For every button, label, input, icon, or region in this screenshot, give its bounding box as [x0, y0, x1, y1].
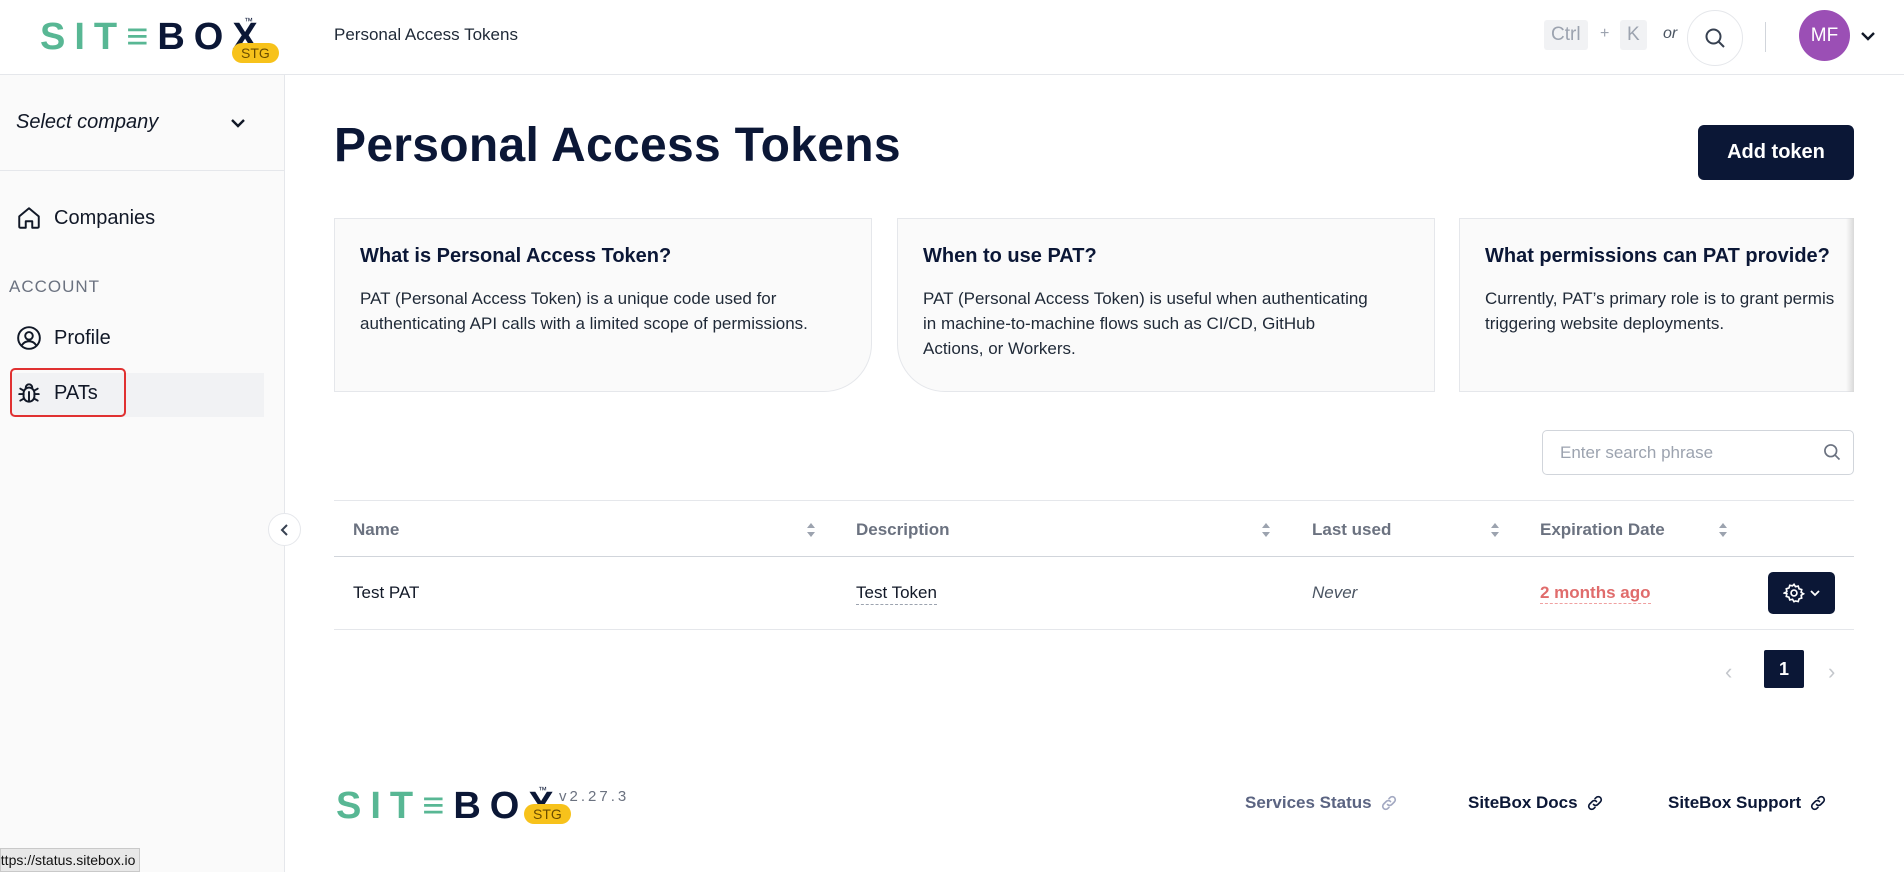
chevron-down-icon[interactable] — [1858, 26, 1878, 46]
logo-trademark: ™ — [538, 785, 547, 795]
section-label-account: ACCOUNT — [9, 277, 101, 296]
add-token-button[interactable]: Add token — [1698, 125, 1854, 180]
avatar[interactable]: MF — [1799, 10, 1850, 61]
link-label: SiteBox Docs — [1468, 793, 1578, 812]
bug-icon — [18, 383, 40, 403]
sidebar-item-label: PATs — [54, 381, 98, 404]
sidebar-item-label: Profile — [54, 326, 111, 349]
search-input[interactable] — [1542, 430, 1854, 475]
info-card-text-line: authenticating API calls with a limited … — [360, 314, 808, 333]
pagination-prev[interactable]: ‹ — [1725, 659, 1732, 685]
chevron-down-icon — [1809, 590, 1820, 597]
shortcut-or: or — [1663, 25, 1678, 42]
logo-text-e: ≡ — [422, 785, 454, 827]
cell-description: Test Token — [856, 583, 937, 605]
info-cards: What is Personal Access Token? PAT (Pers… — [334, 218, 1854, 393]
cell-name: Test PAT — [353, 583, 420, 602]
column-header-last-used[interactable]: Last used — [1312, 520, 1391, 540]
link-label: Services Status — [1245, 793, 1372, 812]
info-card-title: What is Personal Access Token? — [360, 245, 672, 267]
sort-icon[interactable] — [1489, 521, 1501, 539]
column-header-description[interactable]: Description — [856, 520, 950, 540]
sort-icon[interactable] — [805, 521, 817, 539]
environment-badge: STG — [232, 43, 279, 63]
shortcut-key-k: K — [1620, 20, 1647, 50]
page-title: Personal Access Tokens — [334, 119, 901, 172]
info-card: What permissions can PAT provide? Curren… — [1459, 218, 1854, 392]
app-version: v2.27.3 — [559, 788, 630, 805]
sidebar-item-label: Companies — [54, 206, 156, 229]
services-status-link[interactable]: Services Status — [1245, 793, 1398, 813]
shortcut-plus: + — [1600, 25, 1610, 42]
global-search-button[interactable] — [1687, 10, 1743, 66]
environment-badge: STG — [524, 804, 571, 824]
sort-icon[interactable] — [1717, 521, 1729, 539]
search-icon — [1705, 28, 1725, 48]
cell-expiration-date: 2 months ago — [1540, 583, 1651, 604]
sidebar-collapse-button[interactable] — [268, 513, 301, 546]
column-header-expiration-date[interactable]: Expiration Date — [1540, 520, 1665, 540]
logo-text-e: ≡ — [126, 16, 158, 58]
tokens-table: Name Description Last used Expiration Da… — [334, 500, 1854, 630]
info-card: When to use PAT? PAT (Personal Access To… — [897, 218, 1435, 392]
logo-trademark: ™ — [244, 16, 253, 26]
info-card-text-line: triggering website deployments. — [1485, 314, 1725, 333]
info-card: What is Personal Access Token? PAT (Pers… — [334, 218, 872, 392]
sitebox-docs-link[interactable]: SiteBox Docs — [1468, 793, 1604, 813]
link-icon — [1587, 795, 1602, 811]
info-card-title: What permissions can PAT provide? — [1485, 245, 1830, 267]
info-card-text-line: PAT (Personal Access Token) is useful wh… — [923, 289, 1368, 308]
company-select-label: Select company — [16, 111, 159, 133]
table-header: Name Description Last used Expiration Da… — [334, 500, 1854, 557]
header-divider — [1765, 22, 1766, 52]
info-card-text-line: in machine-to-machine flows such as CI/C… — [923, 314, 1316, 333]
user-circle-icon — [17, 326, 41, 350]
info-card-title: When to use PAT? — [923, 245, 1097, 267]
company-select[interactable]: Select company — [0, 75, 284, 171]
breadcrumb: Personal Access Tokens — [334, 25, 518, 44]
sidebar-item-pats[interactable]: PATs — [16, 380, 98, 406]
link-icon — [1381, 795, 1396, 811]
home-icon — [18, 207, 40, 229]
logo-text-site: SIT — [40, 16, 127, 58]
column-header-name[interactable]: Name — [353, 520, 399, 540]
top-bar: SIT ≡ BOX ™ STG Personal Access Tokens Ctr… — [0, 0, 1904, 75]
info-card-text-line: Actions, or Workers. — [923, 339, 1076, 358]
info-card-text-line: PAT (Personal Access Token) is a unique … — [360, 289, 777, 308]
sidebar: Select company Companies ACCOUNT Profile… — [0, 75, 285, 872]
gear-icon — [1782, 582, 1805, 603]
info-card-text-line: Currently, PAT’s primary role is to gran… — [1485, 289, 1835, 308]
pagination-next[interactable]: › — [1828, 659, 1835, 685]
status-bar-url: https://status.sitebox.io — [0, 848, 141, 872]
link-icon — [1811, 795, 1826, 811]
chevron-down-icon — [231, 119, 245, 128]
pagination-page[interactable]: 1 — [1764, 650, 1804, 688]
sidebar-item-companies[interactable]: Companies — [16, 205, 155, 231]
sidebar-item-profile[interactable]: Profile — [16, 325, 111, 351]
shortcut-key-ctrl: Ctrl — [1544, 20, 1588, 50]
logo-text-site: SIT — [336, 785, 423, 827]
sitebox-logo[interactable]: SIT ≡ BOX ™ STG — [40, 16, 279, 63]
footer-logo[interactable]: SIT ≡ BOX ™ STG — [336, 785, 571, 828]
link-label: SiteBox Support — [1668, 793, 1802, 812]
sitebox-support-link[interactable]: SiteBox Support — [1668, 793, 1827, 813]
table-row: Test PAT Test Token Never 2 months ago — [334, 557, 1854, 630]
cards-scroll-fade — [1846, 218, 1854, 392]
search-icon[interactable] — [1822, 442, 1842, 462]
sort-icon[interactable] — [1260, 521, 1272, 539]
row-actions-button[interactable] — [1768, 572, 1835, 614]
cell-last-used: Never — [1312, 583, 1358, 602]
chevron-left-icon — [280, 523, 288, 536]
